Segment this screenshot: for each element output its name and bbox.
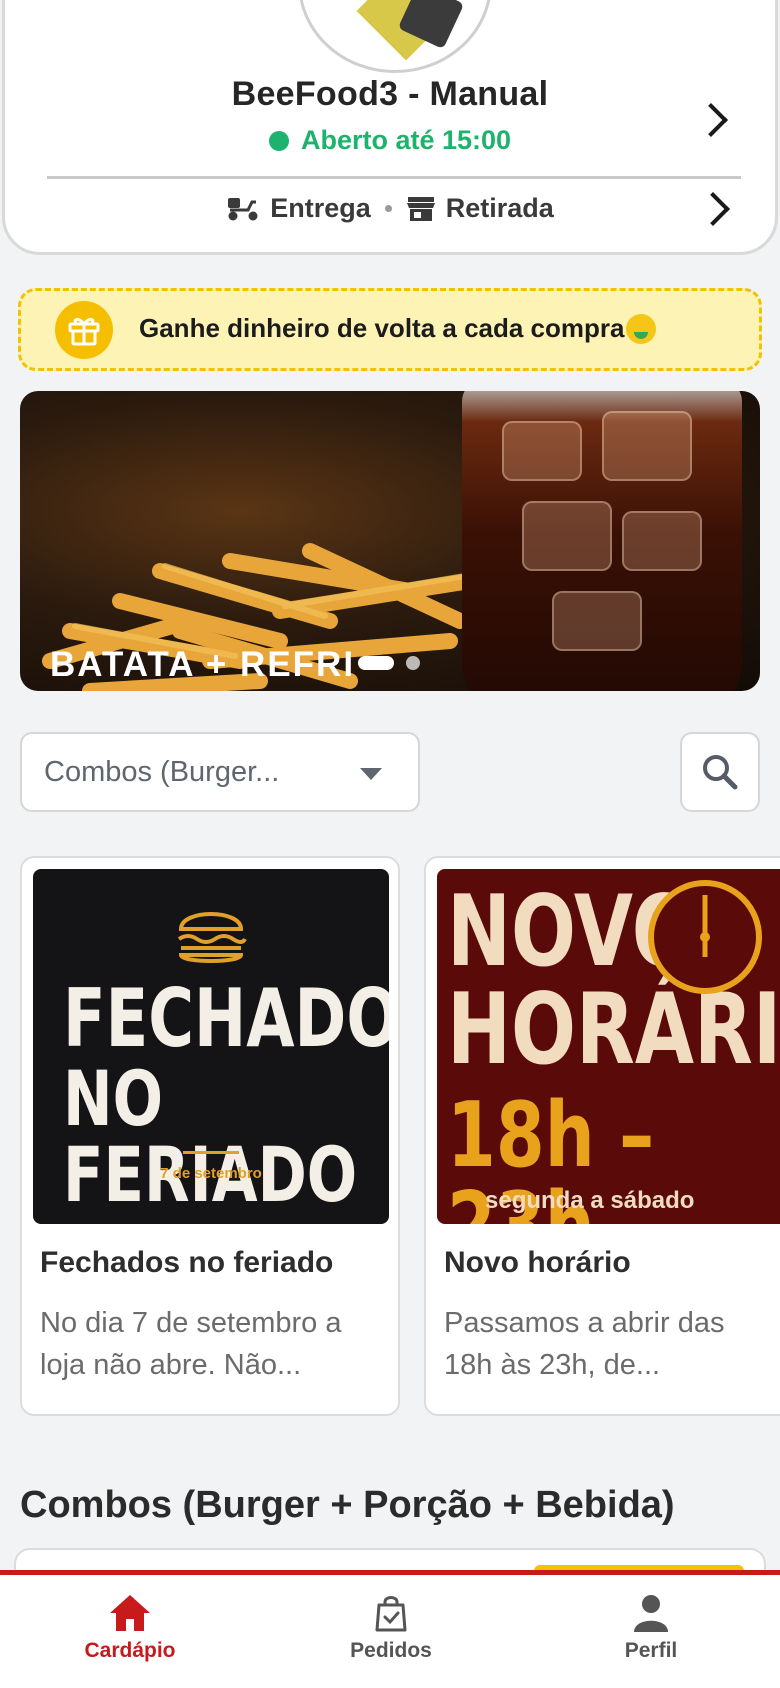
mode-pickup-label: Retirada <box>445 193 554 223</box>
news-card-image: NOVO HORÁRIO 18h – 23h segunda a sábado <box>437 869 780 1224</box>
store-logo <box>298 0 492 73</box>
nav-label: Perfil <box>624 1639 678 1662</box>
search-button[interactable] <box>680 732 760 812</box>
nav-label: Pedidos <box>350 1639 432 1662</box>
news-card-desc-line: loja não abre. Não... <box>40 1349 302 1381</box>
nav-item-menu[interactable]: Cardápio <box>50 1593 210 1663</box>
gift-icon <box>55 300 113 359</box>
news-card[interactable]: FECHADOS NO FERIADO 7 de setembro Fechad… <box>20 856 400 1416</box>
category-select-value: Combos (Burger... <box>44 755 280 788</box>
divider <box>47 176 741 179</box>
nav-label: Cardápio <box>84 1639 176 1662</box>
store-icon <box>406 196 435 221</box>
person-icon <box>634 1595 668 1632</box>
open-status-dot <box>268 130 289 151</box>
app-root: BeeFood3 - Manual Aberto até 15:00 Entre… <box>0 0 780 1688</box>
news-card-title: Fechados no feriado <box>40 1246 334 1279</box>
mode-delivery-label: Entrega <box>270 193 371 223</box>
news-card-desc-line: Passamos a abrir das <box>444 1307 725 1339</box>
separator-dot <box>384 205 392 212</box>
mode-delivery: Entrega <box>226 193 371 224</box>
news-card-description: No dia 7 de setembro a loja não abre. Nã… <box>40 1302 380 1386</box>
money-face-emoji <box>626 313 657 344</box>
poster-headline-1: FECHADOS <box>63 972 389 1065</box>
poster-divider <box>183 1151 239 1154</box>
cashback-text: Ganhe dinheiro de volta a cada compra <box>139 313 657 345</box>
carousel-dot[interactable] <box>406 656 420 670</box>
burger-icon <box>177 912 247 963</box>
news-card-desc-line: 18h às 23h, de... <box>444 1349 661 1381</box>
poster-headline-2: NO FERIADO <box>63 1054 358 1219</box>
banner-label: BATATA + REFRI <box>50 645 356 684</box>
news-card[interactable]: NOVO HORÁRIO 18h – 23h segunda a sábado … <box>424 856 780 1416</box>
carousel-dot-active[interactable] <box>358 656 394 670</box>
search-icon <box>703 755 738 790</box>
poster-date: 7 de setembro <box>160 1165 262 1182</box>
category-select[interactable]: Combos (Burger... <box>20 732 420 812</box>
cashback-banner[interactable]: Ganhe dinheiro de volta a cada compra <box>18 288 762 371</box>
bottom-nav: Cardápio Pedidos Perfil <box>0 1570 780 1688</box>
clock-icon <box>648 880 762 994</box>
section-title: Combos (Burger + Porção + Bebida) <box>20 1484 675 1526</box>
soda-glass-illustration <box>462 391 742 691</box>
news-card-image: FECHADOS NO FERIADO 7 de setembro <box>33 869 389 1224</box>
news-card-desc-line: No dia 7 de setembro a <box>40 1307 342 1339</box>
promo-banner[interactable]: BATATA + REFRI <box>20 391 760 691</box>
shopping-bag-icon <box>375 1596 407 1632</box>
news-card-description: Passamos a abrir das 18h às 23h, de... <box>444 1302 780 1386</box>
nav-item-profile[interactable]: Perfil <box>571 1593 731 1663</box>
store-name: BeeFood3 - Manual <box>231 75 549 113</box>
scooter-icon <box>228 197 258 220</box>
nav-item-orders[interactable]: Pedidos <box>311 1593 471 1663</box>
poster-days: segunda a sábado <box>485 1187 695 1214</box>
store-header-card[interactable]: BeeFood3 - Manual Aberto até 15:00 Entre… <box>2 0 778 255</box>
news-card-title: Novo horário <box>444 1246 631 1279</box>
caret-down-icon <box>360 768 382 780</box>
cashback-label: Ganhe dinheiro de volta a cada compra <box>139 313 625 344</box>
store-status-text: Aberto até 15:00 <box>300 125 512 155</box>
home-icon <box>110 1595 150 1631</box>
delivery-modes[interactable]: Entrega Retirada <box>5 193 775 224</box>
mode-pickup: Retirada <box>406 193 554 224</box>
store-status: Aberto até 15:00 <box>5 125 775 156</box>
